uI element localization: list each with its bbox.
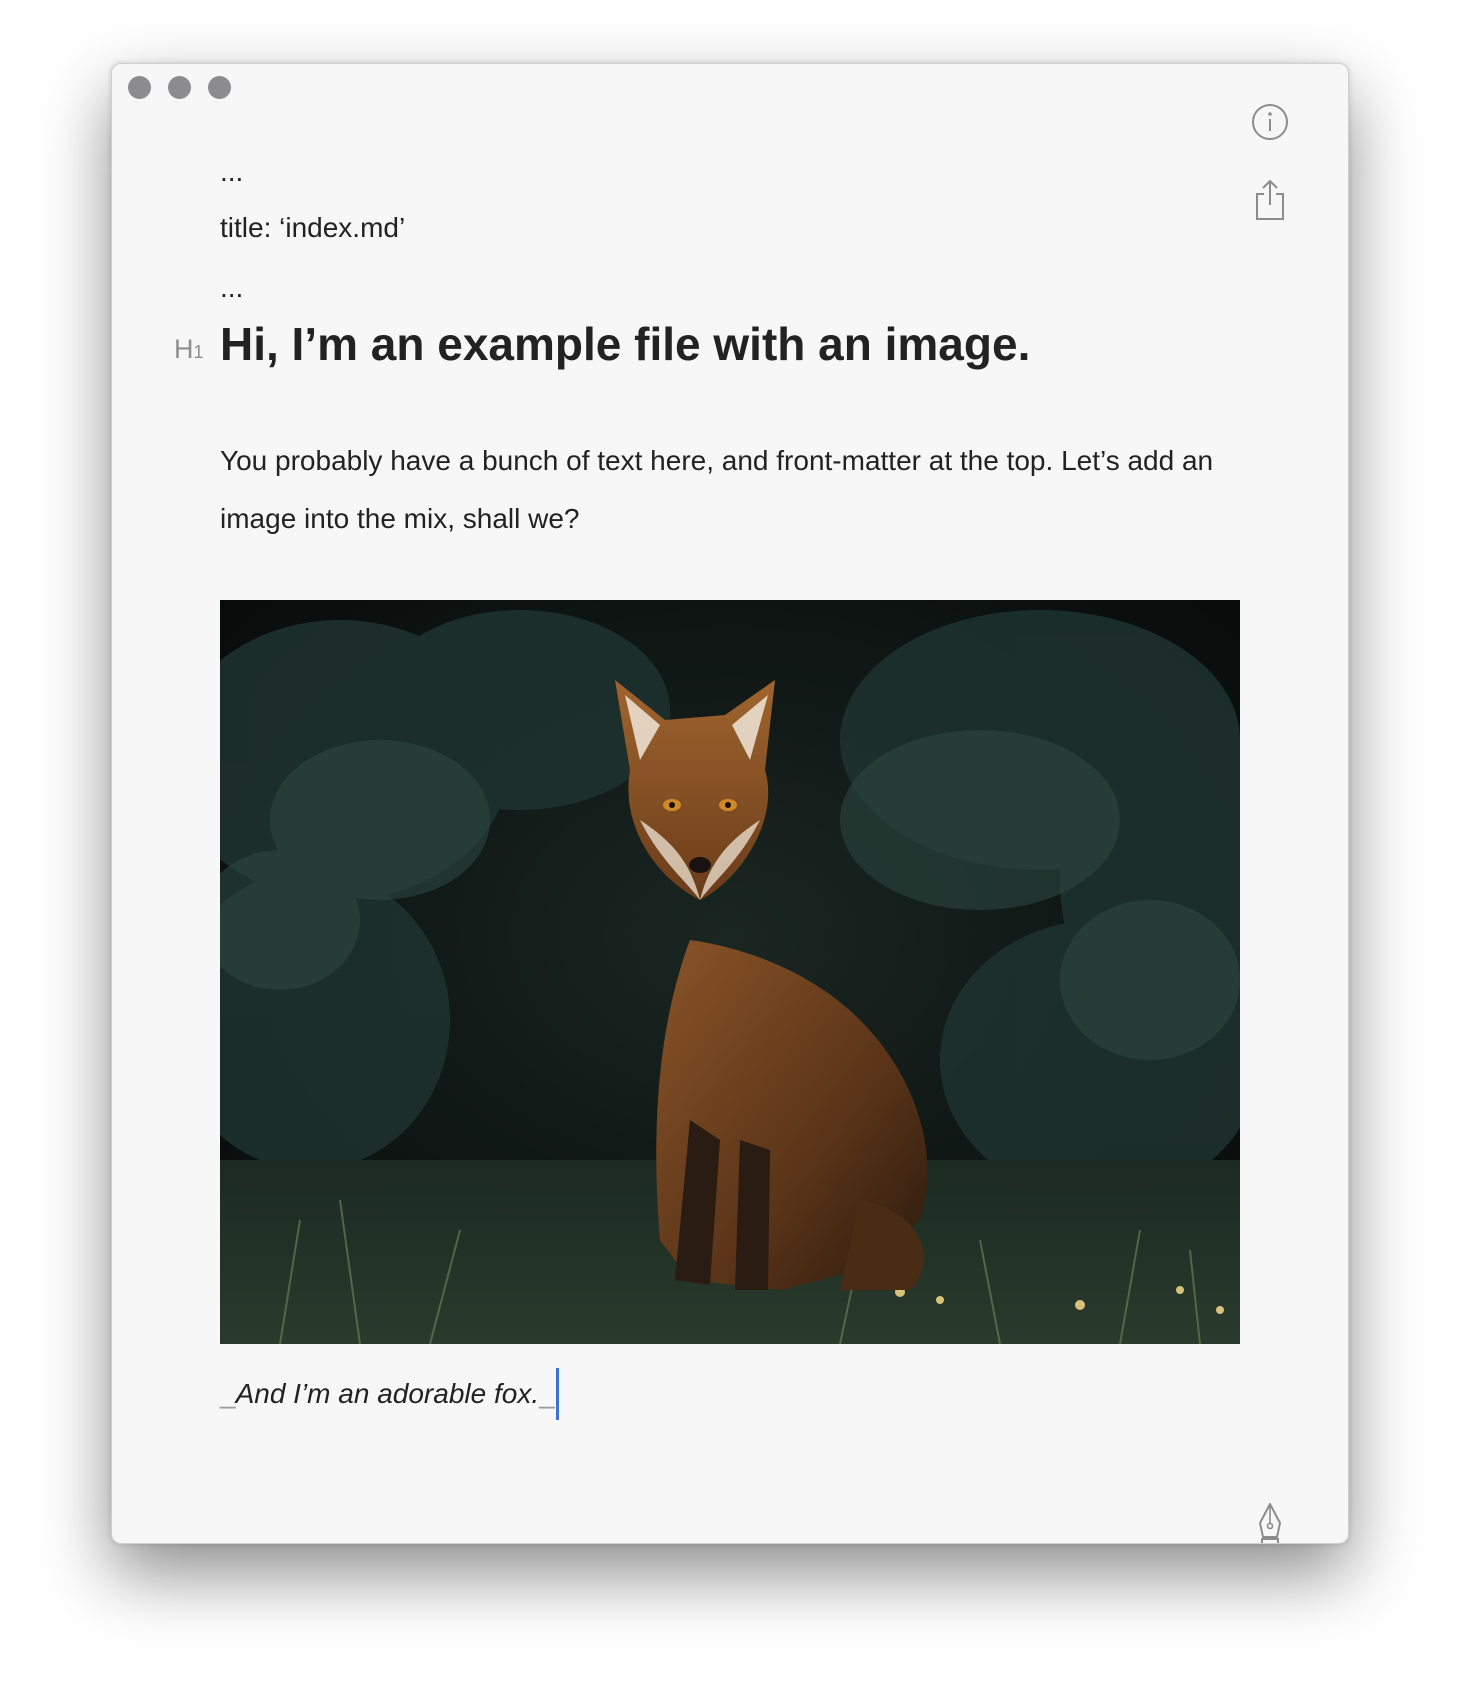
body-paragraph: You probably have a bunch of text here, …	[220, 445, 1214, 534]
image-caption[interactable]: _ And I’m an adorable fox. _	[220, 1368, 559, 1420]
document-heading: Hi, I’m an example file with an image.	[220, 318, 1031, 370]
window-controls	[128, 76, 231, 99]
text-cursor	[555, 1368, 559, 1420]
info-icon[interactable]	[1248, 100, 1292, 144]
caption-markup-open: _	[220, 1378, 236, 1409]
caption-text: And I’m an adorable fox.	[235, 1378, 540, 1409]
fox-photo	[220, 600, 1240, 1344]
caption-markup-close: _	[539, 1378, 555, 1409]
editor-window: ... title: ‘index.md’ ... H1 Hi, I’m an …	[111, 63, 1349, 1544]
share-icon[interactable]	[1248, 178, 1292, 222]
frontmatter-open: ...	[220, 156, 244, 187]
pen-nib-icon[interactable]	[1248, 1502, 1292, 1543]
heading-marker-level: 1	[193, 342, 204, 362]
frontmatter-title: title: ‘index.md’	[220, 212, 406, 243]
heading-level-marker: H1	[174, 334, 204, 365]
heading-marker-letter: H	[174, 334, 194, 364]
zoom-window-button[interactable]	[208, 76, 231, 99]
minimize-window-button[interactable]	[168, 76, 191, 99]
frontmatter-close: ...	[220, 272, 244, 303]
close-window-button[interactable]	[128, 76, 151, 99]
